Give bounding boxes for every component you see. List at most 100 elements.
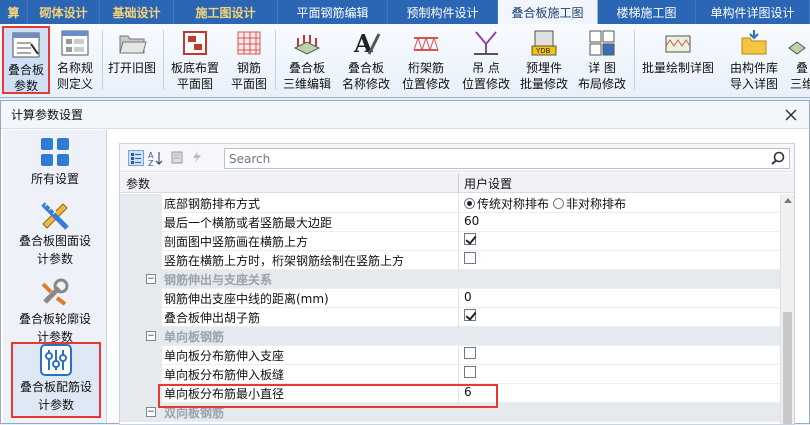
property-row[interactable]: 竖筋在横筋上方时，桁架钢筋绘制在竖筋上方 xyxy=(120,251,780,270)
checkbox[interactable] xyxy=(464,252,476,264)
3d-edit-icon xyxy=(292,28,322,58)
open-old-drawing-button[interactable]: 打开旧图 xyxy=(104,26,160,94)
checkbox[interactable] xyxy=(464,366,476,378)
rename-slab-button[interactable]: A 叠合板 名称修改 xyxy=(338,26,394,94)
batch-draw-button[interactable]: 批量绘制详图 xyxy=(638,26,718,94)
close-icon[interactable] xyxy=(783,107,799,123)
column-header-param: 参数 xyxy=(126,177,151,191)
row-gutter xyxy=(120,251,162,270)
property-name: 剖面图中竖筋画在横筋上方 xyxy=(164,235,309,249)
property-row[interactable]: 最后一个横筋或者竖筋最大边距 60 xyxy=(120,213,780,232)
radio-label: 非对称排布 xyxy=(566,197,627,211)
collapse-toggle-icon[interactable]: − xyxy=(146,274,156,284)
category-row[interactable]: − 钢筋伸出与支座关系 xyxy=(120,270,780,289)
tab-plan-rebar-edit[interactable]: 平面钢筋编辑 xyxy=(278,0,388,24)
search-icon[interactable] xyxy=(771,151,785,165)
property-pages-icon[interactable] xyxy=(170,150,186,166)
property-name: 钢筋伸出支座中线的距离(mm) xyxy=(164,292,329,306)
property-row[interactable]: 单向板分布筋伸入支座 xyxy=(120,346,780,365)
nav-label: 所有设置 xyxy=(30,172,79,186)
property-checkbox[interactable] xyxy=(464,233,476,245)
category-row[interactable]: − 单向板钢筋 xyxy=(120,327,780,346)
nav-all-settings[interactable]: 所有设置 xyxy=(7,136,103,194)
property-row[interactable]: 钢筋伸出支座中线的距离(mm) 0 xyxy=(120,289,780,308)
column-divider[interactable] xyxy=(458,173,459,193)
ribbon-label: 叠合板 参数 xyxy=(7,63,44,93)
tab-precast-design[interactable]: 预制构件设计 xyxy=(388,0,498,24)
property-value[interactable]: 60 xyxy=(464,214,479,228)
ribbon: 叠合板 参数 名称规 则定义 打开旧图 板底布置 平面图 钢筋 平面图 叠合板 … xyxy=(0,24,810,98)
vertical-scrollbar[interactable] xyxy=(780,194,794,424)
tab-calc[interactable]: 算 xyxy=(0,0,28,24)
radio-button[interactable] xyxy=(553,198,565,209)
nav-rebar-params[interactable]: 叠合板配筋设 计参数 xyxy=(11,342,101,418)
property-name: 单向板分布筋伸入支座 xyxy=(164,349,285,363)
rebar-plan-button[interactable]: 钢筋 平面图 xyxy=(226,26,272,94)
property-name: 底部钢筋排布方式 xyxy=(164,197,261,211)
tab-component-detail[interactable]: 单构件详图设计 xyxy=(696,0,810,24)
checkbox[interactable] xyxy=(464,233,476,245)
naming-rules-button[interactable]: 名称规 则定义 xyxy=(52,26,98,94)
ribbon-label: 由构件库 导入详图 xyxy=(729,61,778,91)
property-name: 竖筋在横筋上方时，桁架钢筋绘制在竖筋上方 xyxy=(164,254,405,268)
truss-position-button[interactable]: 桁架筋 位置修改 xyxy=(398,26,454,94)
embedded-part-button[interactable]: YDB 预埋件 批量修改 xyxy=(516,26,572,94)
collapse-toggle-icon[interactable]: − xyxy=(146,331,156,341)
property-radio-group[interactable]: 传统对称排布 非对称排布 xyxy=(464,195,630,212)
property-checkbox[interactable] xyxy=(464,309,476,321)
property-row[interactable]: 单向板分布筋伸入板缝 xyxy=(120,365,780,384)
nav-drawing-params[interactable]: 叠合板图面设 计参数 xyxy=(7,198,103,270)
property-row[interactable]: 底部钢筋排布方式 传统对称排布 非对称排布 xyxy=(120,194,780,213)
scroll-up-arrow-icon[interactable] xyxy=(784,198,792,203)
cell-divider xyxy=(458,213,459,232)
grid-toolbar: AZ xyxy=(120,144,794,172)
tab-construction-drawing[interactable]: 施工图设计 xyxy=(174,0,278,24)
import-from-library-button[interactable]: 由构件库 导入详图 xyxy=(722,26,786,94)
property-checkbox[interactable] xyxy=(464,366,476,378)
3d-button[interactable]: 叠 三维 xyxy=(788,26,810,94)
categorized-icon[interactable] xyxy=(128,150,144,166)
scroll-thumb[interactable] xyxy=(783,312,792,424)
cell-divider xyxy=(458,308,459,327)
tab-composite-slab-drawing[interactable]: 叠合板施工图 xyxy=(498,0,598,24)
checkbox[interactable] xyxy=(464,347,476,359)
cell-divider xyxy=(458,194,459,213)
row-gutter xyxy=(120,308,162,327)
property-name: 叠合板伸出胡子筋 xyxy=(164,311,261,325)
ribbon-label: 叠合板 三维编辑 xyxy=(282,61,331,91)
svg-text:YDB: YDB xyxy=(535,47,551,55)
checkbox[interactable] xyxy=(464,309,476,321)
row-gutter xyxy=(120,232,162,251)
property-row[interactable]: 叠合板伸出胡子筋 xyxy=(120,308,780,327)
row-gutter xyxy=(120,346,162,365)
floor-plan-button[interactable]: 板底布置 平面图 xyxy=(166,26,224,94)
radio-label: 传统对称排布 xyxy=(477,197,550,211)
ribbon-label: 名称规 则定义 xyxy=(56,61,93,91)
tab-foundation-design[interactable]: 基础设计 xyxy=(100,0,174,24)
grid-header: 参数 用户设置 xyxy=(120,173,794,193)
ribbon-tab-strip: 算 砌体设计 基础设计 施工图设计 平面钢筋编辑 预制构件设计 叠合板施工图 楼… xyxy=(0,0,810,24)
lightning-icon[interactable] xyxy=(190,150,206,166)
row-gutter xyxy=(120,194,162,213)
sort-az-icon[interactable]: AZ xyxy=(148,150,164,168)
tab-stair-drawing[interactable]: 楼梯施工图 xyxy=(598,0,696,24)
nav-outline-params[interactable]: 叠合板轮廓设 计参数 xyxy=(7,276,103,348)
radio-button[interactable] xyxy=(464,198,475,209)
ribbon-label: 详 图 布局修改 xyxy=(577,61,626,91)
detail-layout-button[interactable]: 详 图 布局修改 xyxy=(574,26,630,94)
collapse-toggle-icon[interactable]: − xyxy=(146,407,156,417)
property-name: 单向板分布筋伸入板缝 xyxy=(164,368,285,382)
lifting-point-button[interactable]: 吊 点 位置修改 xyxy=(458,26,514,94)
composite-slab-params-button[interactable]: 叠合板 参数 xyxy=(2,26,50,94)
batch-draw-icon xyxy=(663,28,693,58)
property-checkbox[interactable] xyxy=(464,252,476,264)
params-icon xyxy=(11,30,41,60)
search-box[interactable] xyxy=(224,148,790,169)
3d-edit-button[interactable]: 叠合板 三维编辑 xyxy=(278,26,336,94)
property-value[interactable]: 0 xyxy=(464,290,472,304)
property-checkbox[interactable] xyxy=(464,347,476,359)
tab-masonry-design[interactable]: 砌体设计 xyxy=(28,0,100,24)
property-row[interactable]: 剖面图中竖筋画在横筋上方 xyxy=(120,232,780,251)
truss-icon xyxy=(411,28,441,58)
search-input[interactable] xyxy=(225,149,745,168)
